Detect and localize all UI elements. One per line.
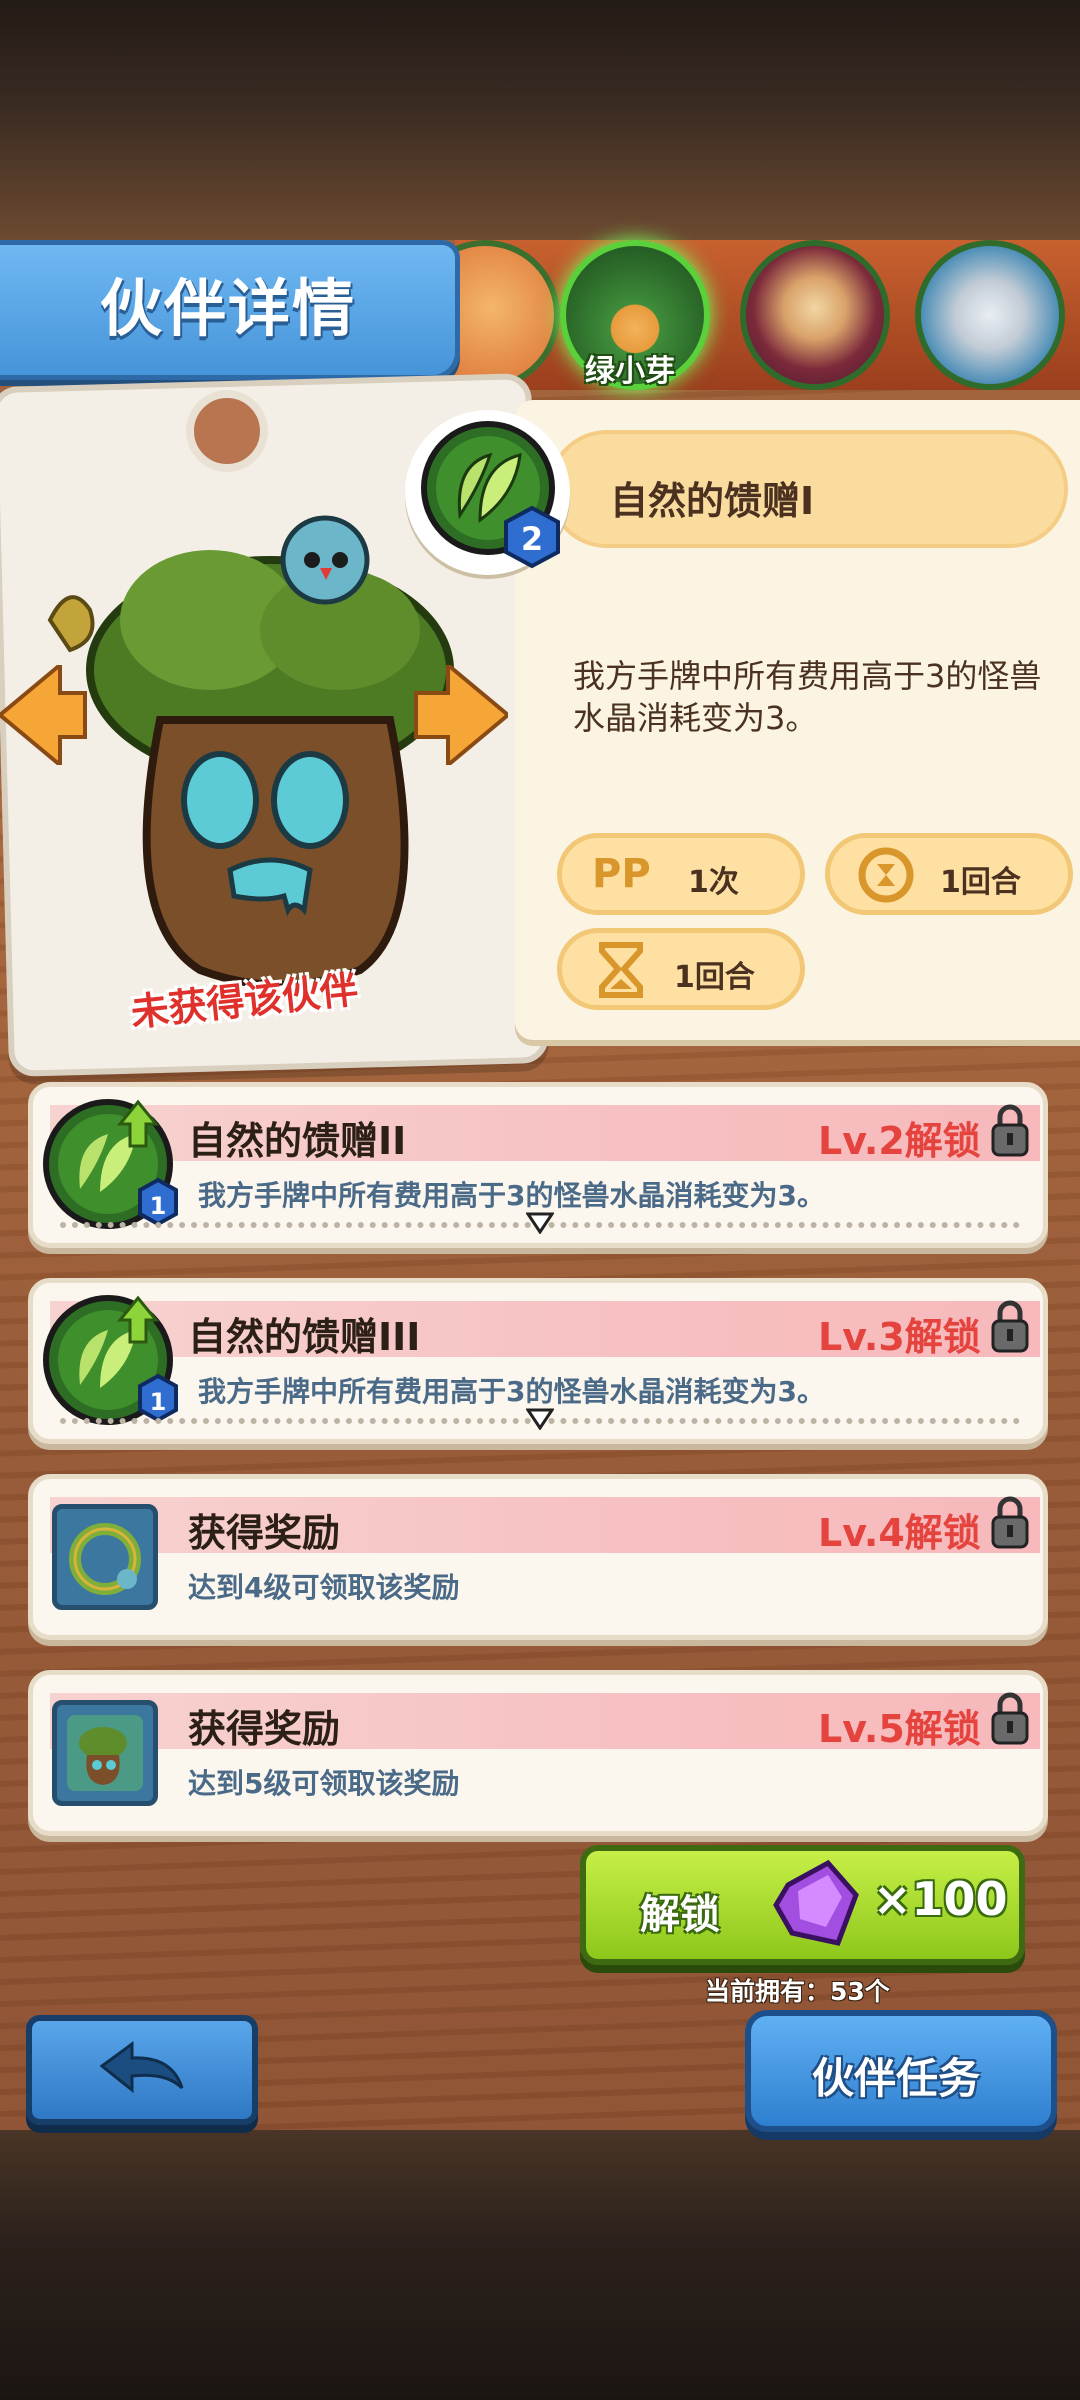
unlock-button-label: 解锁	[640, 1892, 720, 1938]
wreath-reward-icon	[52, 1504, 158, 1610]
pp-icon: PP	[592, 851, 651, 897]
hourglass-icon	[599, 942, 643, 998]
skill-name: 自然的馈赠I	[610, 479, 815, 523]
prev-partner-arrow[interactable]	[0, 665, 90, 765]
partner-cat-avatar[interactable]	[915, 240, 1065, 390]
partner-owl-avatar[interactable]	[740, 240, 890, 390]
cooldown-icon	[858, 847, 914, 903]
nature-gift-upgrade-icon: 1	[43, 1295, 178, 1425]
cooldown-value: 1回合	[940, 865, 1021, 900]
next-partner-arrow[interactable]	[412, 665, 508, 765]
selected-partner-name: 绿小芽	[585, 354, 675, 389]
unlock-item-name: 获得奖励	[188, 1707, 341, 1751]
purple-crystal-icon	[773, 1859, 859, 1946]
unlock-item-name: 自然的馈赠III	[188, 1315, 421, 1359]
pp-value: 1次	[688, 865, 739, 900]
unlock-item-description: 达到5级可领取该奖励	[188, 1767, 460, 1800]
partner-task-label: 伙伴任务	[812, 2054, 981, 2103]
nature-gift-upgrade-icon: 1	[43, 1099, 178, 1229]
page-title: 伙伴详情	[100, 272, 357, 345]
unlock-item-name: 自然的馈赠II	[188, 1119, 407, 1163]
card-hole	[186, 390, 268, 472]
unlock-item-description: 我方手牌中所有费用高于3的怪兽水晶消耗变为3。	[198, 1179, 825, 1212]
top-background	[0, 0, 1080, 240]
bottom-background	[0, 2130, 1080, 2400]
expand-triangle-icon[interactable]	[526, 1408, 554, 1430]
unlock-item-level: Lv.5解锁	[818, 1707, 981, 1751]
upgrade-cost: 1	[150, 1192, 167, 1220]
unlock-item-name: 获得奖励	[188, 1511, 341, 1555]
unlock-item-level: Lv.2解锁	[818, 1119, 981, 1163]
back-arrow-icon	[99, 2041, 184, 2094]
nature-gift-skill-icon: 2	[421, 421, 560, 569]
unlock-item-level: Lv.4解锁	[818, 1511, 981, 1555]
leaf-icon	[47, 595, 95, 653]
unlock-cost: ×100	[873, 1872, 1008, 1926]
lock-icon	[991, 1496, 1029, 1549]
lock-icon	[991, 1300, 1029, 1353]
unlock-item-level: Lv.3解锁	[818, 1315, 981, 1359]
owned-count: 当前拥有：53个	[705, 1977, 890, 2006]
lock-icon	[991, 1692, 1029, 1745]
expand-triangle-icon[interactable]	[526, 1212, 554, 1234]
unlock-item-description: 我方手牌中所有费用高于3的怪兽水晶消耗变为3。	[198, 1375, 825, 1408]
duration-value: 1回合	[674, 960, 755, 995]
upgrade-cost: 1	[150, 1388, 167, 1416]
skill-cost: 2	[521, 520, 543, 558]
skill-description: 我方手牌中所有费用高于3的怪兽水晶消耗变为3。	[573, 657, 1042, 737]
avatar-frame-reward-icon	[52, 1700, 158, 1806]
unlock-item-description: 达到4级可领取该奖励	[188, 1571, 460, 1604]
lock-icon	[991, 1104, 1029, 1157]
